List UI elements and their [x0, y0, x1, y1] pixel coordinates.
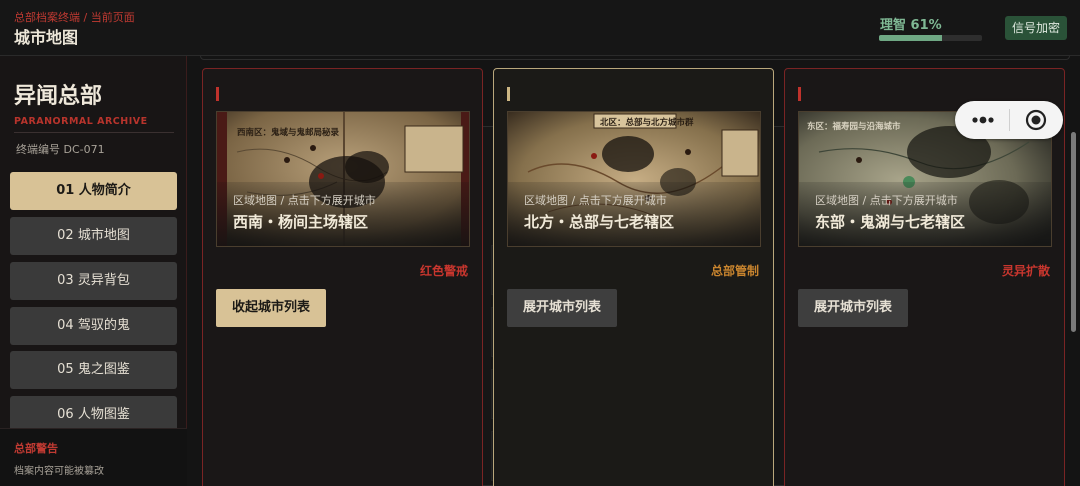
status-badge: 红色警戒 [419, 264, 468, 278]
region-map-image[interactable]: 北区：总部与北方城市群 区域地图 / 点击下方展开城市 北方・总部与七老辖区 [507, 111, 761, 247]
status-badge: 总部管制 [710, 264, 759, 278]
terminal-id: 终端编号 DC-071 [16, 143, 105, 156]
region-card-north: 北区：总部与北方城市群 区域地图 / 点击下方展开城市 北方・总部与七老辖区 总… [493, 68, 774, 486]
hq-warning-panel: 总部警告 档案内容可能被篡改 [0, 428, 187, 486]
card-marker [216, 87, 219, 101]
region-name: 北方・总部与七老辖区 [524, 213, 675, 231]
region-card-southwest: 西南区：鬼域与鬼邮局秘录 区域地图 / 点击下方展开城市 西南・杨间主场辖区 红… [202, 68, 483, 486]
collapse-city-list-button[interactable]: 收起城市列表 [216, 289, 327, 327]
sidebar-item-ghost-codex[interactable]: 05 鬼之图鉴 [10, 351, 177, 389]
region-map-image[interactable]: 西南区：鬼域与鬼邮局秘录 区域地图 / 点击下方展开城市 西南・杨间主场辖区 [216, 111, 470, 247]
sanity-progress-bar [879, 35, 982, 41]
breadcrumb: 总部档案终端 / 当前页面 [14, 11, 135, 24]
sidebar-item-city-map[interactable]: 02 城市地图 [10, 217, 177, 255]
sanity-progress-fill [879, 35, 942, 41]
map-caption-overlay: 区域地图 / 点击下方展开城市 北方・总部与七老辖区 [508, 182, 760, 246]
sidebar: 异闻总部 PARANORMAL ARCHIVE 终端编号 DC-071 01 人… [0, 56, 187, 486]
top-bar: 总部档案终端 / 当前页面 城市地图 理智 61% 信号加密 [0, 0, 1080, 56]
divider [1009, 109, 1010, 131]
expand-city-list-button[interactable]: 展开城市列表 [798, 289, 909, 327]
map-title: 西南区：鬼域与鬼邮局秘录 [237, 128, 340, 138]
close-target-icon[interactable] [1025, 109, 1047, 131]
status-badge: 灵异扩散 [1001, 264, 1050, 278]
card-marker [507, 87, 510, 101]
warning-text: 档案内容可能被篡改 [14, 466, 104, 477]
sidebar-item-controlled-ghosts[interactable]: 04 驾驭的鬼 [10, 307, 177, 345]
region-name: 西南・杨间主场辖区 [233, 213, 369, 231]
page-title: 城市地图 [14, 28, 79, 47]
content-frame [200, 56, 1070, 60]
map-caption-hint: 区域地图 / 点击下方展开城市 [524, 194, 667, 207]
sidebar-item-backpack[interactable]: 03 灵异背包 [10, 262, 177, 300]
signal-encrypt-button[interactable]: 信号加密 [1005, 16, 1067, 40]
sanity-label: 理智 61% [880, 18, 942, 33]
map-title: 北区：总部与北方城市群 [600, 118, 694, 128]
expand-city-list-button[interactable]: 展开城市列表 [507, 289, 618, 327]
region-name: 东部・鬼湖与七老辖区 [815, 213, 966, 231]
map-caption-hint: 区域地图 / 点击下方展开城市 [233, 194, 376, 207]
map-caption-overlay: 区域地图 / 点击下方展开城市 东部・鬼湖与七老辖区 [799, 182, 1051, 246]
map-caption-overlay: 区域地图 / 点击下方展开城市 西南・杨间主场辖区 [217, 182, 469, 246]
warning-title: 总部警告 [14, 442, 58, 455]
sidebar-title: 异闻总部 [14, 84, 103, 109]
sidebar-item-profile[interactable]: 01 人物简介 [10, 172, 177, 210]
sidebar-subtitle: PARANORMAL ARCHIVE [14, 116, 148, 127]
map-caption-hint: 区域地图 / 点击下方展开城市 [815, 194, 958, 207]
scrollbar[interactable] [1071, 132, 1076, 332]
card-marker [798, 87, 801, 101]
divider [14, 132, 174, 133]
more-options-icon[interactable] [969, 113, 997, 127]
mini-program-capsule [955, 101, 1063, 139]
map-title: 东区：福寿园与沿海城市 [807, 122, 901, 132]
